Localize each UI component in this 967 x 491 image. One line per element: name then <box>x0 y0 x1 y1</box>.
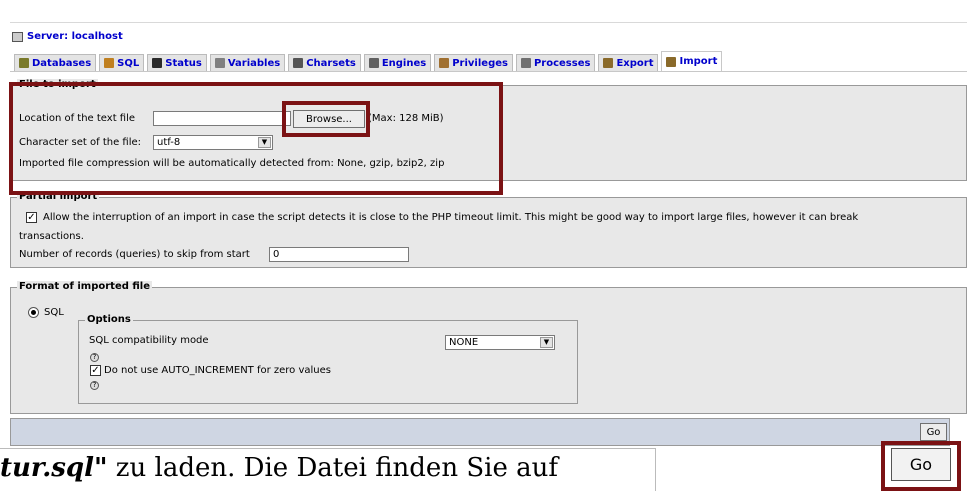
background-text-rest: zu laden. Die Datei finden Sie auf <box>107 453 558 483</box>
tab-label: SQL <box>117 57 140 69</box>
tab-variables[interactable]: Variables <box>209 54 286 71</box>
go-button[interactable]: Go <box>920 423 947 441</box>
variables-icon <box>214 58 225 68</box>
top-divider <box>10 22 967 23</box>
server-icon <box>12 31 23 42</box>
processes-icon <box>520 58 531 68</box>
tab-divider <box>10 71 967 72</box>
tab-label: Status <box>165 57 202 69</box>
partial-import-fieldset: Partial import ✓ Allow the interruption … <box>10 191 967 268</box>
auto-increment-label: Do not use AUTO_INCREMENT for zero value… <box>104 365 332 376</box>
background-document-text: tur.sql" zu laden. Die Datei finden Sie … <box>0 453 660 491</box>
go-bar <box>10 418 950 446</box>
format-legend: Format of imported file <box>17 281 152 293</box>
database-icon <box>19 58 29 68</box>
page-edge <box>0 448 655 449</box>
tab-export[interactable]: Export <box>598 54 659 71</box>
server-label[interactable]: Server: localhost <box>27 31 123 42</box>
tab-label: Databases <box>32 57 92 69</box>
skip-records-label: Number of records (queries) to skip from… <box>19 249 250 260</box>
compat-mode-value: NONE <box>449 337 479 348</box>
skip-records-input[interactable] <box>269 247 409 262</box>
import-icon <box>666 56 677 67</box>
allow-interrupt-label: Allow the interruption of an import in c… <box>43 212 859 223</box>
allow-interrupt-label-cont: transactions. <box>19 231 84 242</box>
compat-mode-label: SQL compatibility mode <box>89 335 209 346</box>
tab-label: Export <box>616 57 654 69</box>
help-icon[interactable]: ? <box>90 353 99 362</box>
main-tabs: Databases SQL Status Variables Charsets Engin… <box>14 51 725 71</box>
help-icon[interactable]: ? <box>90 381 99 390</box>
sql-format-label: SQL <box>44 307 64 318</box>
tab-label: Privileges <box>452 57 508 69</box>
tab-import[interactable]: Import <box>661 51 723 71</box>
privileges-icon <box>439 58 450 68</box>
browse-button-highlight <box>282 101 370 137</box>
options-fieldset: Options SQL compatibility mode NONE ▼ ? … <box>78 314 578 404</box>
go-button-highlight <box>881 441 961 491</box>
engines-icon <box>368 58 379 68</box>
tab-privileges[interactable]: Privileges <box>434 54 513 71</box>
chevron-down-icon: ▼ <box>540 337 553 348</box>
background-text-bold: tur.sql" <box>0 453 108 483</box>
tab-label: Engines <box>381 57 427 69</box>
sql-icon <box>104 58 115 68</box>
export-icon <box>603 58 614 68</box>
tab-label: Charsets <box>306 57 356 69</box>
file-import-highlight <box>9 82 503 195</box>
compat-mode-select[interactable]: NONE ▼ <box>445 335 555 350</box>
auto-increment-checkbox[interactable]: ✓ <box>90 365 101 376</box>
server-breadcrumb[interactable]: Server: localhost <box>12 31 123 42</box>
tab-sql[interactable]: SQL <box>99 54 145 71</box>
sql-format-radio[interactable] <box>28 307 39 318</box>
status-icon <box>152 58 163 68</box>
tab-processes[interactable]: Processes <box>515 54 596 71</box>
tab-label: Import <box>679 56 718 67</box>
allow-interrupt-checkbox[interactable]: ✓ <box>26 212 37 223</box>
tab-charsets[interactable]: Charsets <box>288 54 361 71</box>
charsets-icon <box>293 58 304 68</box>
tab-databases[interactable]: Databases <box>14 54 97 71</box>
tab-status[interactable]: Status <box>147 54 207 71</box>
options-legend: Options <box>85 314 133 326</box>
tab-engines[interactable]: Engines <box>363 54 432 71</box>
tab-label: Variables <box>227 57 281 69</box>
format-fieldset: Format of imported file SQL Options SQL … <box>10 281 967 414</box>
tab-label: Processes <box>533 57 591 69</box>
